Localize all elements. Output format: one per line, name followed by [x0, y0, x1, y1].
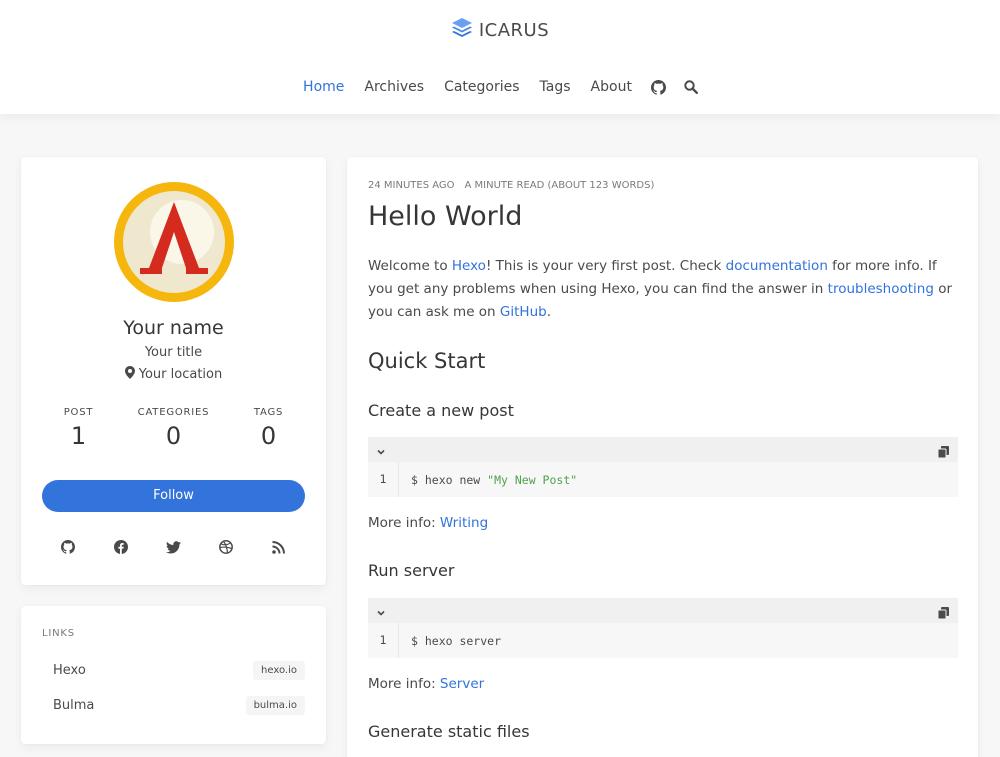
- links-title: LINKS: [42, 628, 75, 639]
- stat-value: 1: [70, 422, 87, 450]
- code-block: 1 $ hexo server: [368, 598, 958, 658]
- rss-icon[interactable]: [271, 539, 287, 555]
- profile-location: Your location: [21, 366, 326, 383]
- more-info-label: More info:: [368, 676, 440, 692]
- article-card: 24 MINUTES AGO A MINUTE READ (ABOUT 123 …: [347, 157, 978, 757]
- profile-card: Your name Your title Your location POST …: [21, 157, 326, 585]
- map-marker-icon: [124, 366, 135, 383]
- intro-text: ! This is your very first post. Check: [485, 258, 726, 274]
- article-read-time: A MINUTE READ (ABOUT 123 WORDS): [464, 180, 655, 191]
- line-number: 1: [368, 462, 399, 497]
- link-url-tag: hexo.io: [253, 660, 305, 680]
- follow-button[interactable]: Follow: [42, 480, 305, 512]
- code-body: 1 $ hexo new "My New Post": [368, 462, 958, 497]
- more-info-server: More info: Server: [368, 676, 484, 692]
- heading-create-post: Create a new post: [368, 401, 514, 420]
- avatar: [114, 182, 234, 302]
- link-name: Bulma: [53, 697, 95, 713]
- code-command: $ hexo new: [411, 472, 488, 487]
- links-card: LINKS Hexo hexo.io Bulma bulma.io: [21, 606, 326, 744]
- chevron-down-icon[interactable]: [376, 442, 386, 461]
- intro-text: Welcome to: [368, 258, 452, 274]
- nav-home[interactable]: Home: [303, 76, 344, 98]
- stat-value: 0: [165, 422, 182, 450]
- article-title[interactable]: Hello World: [368, 201, 522, 232]
- code-line: $ hexo new "My New Post": [399, 473, 577, 487]
- facebook-icon[interactable]: [113, 539, 129, 555]
- hexo-link[interactable]: Hexo: [452, 258, 486, 274]
- article-intro: Welcome to Hexo! This is your very first…: [368, 255, 958, 324]
- article-time: 24 MINUTES AGO: [368, 180, 455, 191]
- stat-label: CATEGORIES: [137, 407, 210, 418]
- github-icon[interactable]: [60, 539, 76, 555]
- heading-generate-static-files: Generate static files: [368, 722, 530, 741]
- copy-icon[interactable]: [937, 604, 949, 623]
- article-meta: 24 MINUTES AGO A MINUTE READ (ABOUT 123 …: [368, 180, 654, 191]
- writing-link[interactable]: Writing: [440, 515, 488, 531]
- intro-text: .: [546, 304, 552, 320]
- social-links: [42, 539, 305, 555]
- stat-posts[interactable]: POST 1: [34, 407, 124, 450]
- link-name: Hexo: [53, 662, 86, 678]
- location-text: Your location: [138, 367, 223, 382]
- code-string: "My New Post": [487, 472, 578, 487]
- link-url-tag: bulma.io: [245, 695, 305, 715]
- code-block-header: [368, 437, 958, 462]
- server-link[interactable]: Server: [440, 676, 484, 692]
- code-line: $ hexo server: [399, 634, 501, 648]
- line-number: 1: [368, 623, 399, 658]
- code-block-header: [368, 598, 958, 623]
- main-nav: Home Archives Categories Tags About: [0, 76, 1000, 98]
- navbar: ICARUS Home Archives Categories Tags Abo…: [0, 0, 1000, 114]
- heading-quick-start: Quick Start: [368, 349, 486, 373]
- nav-categories[interactable]: Categories: [444, 76, 519, 98]
- stacked-layers-icon: [451, 17, 473, 43]
- chevron-down-icon[interactable]: [376, 603, 386, 622]
- profile-title: Your title: [144, 345, 203, 360]
- troubleshooting-link[interactable]: troubleshooting: [828, 281, 934, 297]
- nav-tags[interactable]: Tags: [540, 76, 571, 98]
- search-icon[interactable]: [684, 80, 698, 94]
- copy-icon[interactable]: [937, 443, 949, 462]
- brand[interactable]: ICARUS: [0, 17, 1000, 43]
- heading-run-server: Run server: [368, 561, 455, 580]
- twitter-icon[interactable]: [165, 539, 181, 555]
- link-bulma[interactable]: Bulma bulma.io: [42, 694, 305, 716]
- dribbble-icon[interactable]: [218, 539, 234, 555]
- github-link[interactable]: GitHub: [500, 304, 547, 320]
- nav-archives[interactable]: Archives: [364, 76, 424, 98]
- code-command: $ hexo server: [411, 633, 502, 648]
- documentation-link[interactable]: documentation: [726, 258, 828, 274]
- profile-stats: POST 1 CATEGORIES 0 TAGS 0: [31, 407, 316, 450]
- stat-label: POST: [63, 407, 94, 418]
- stat-value: 0: [260, 422, 277, 450]
- stat-categories[interactable]: CATEGORIES 0: [129, 407, 219, 450]
- more-info-writing: More info: Writing: [368, 515, 488, 531]
- code-block: 1 $ hexo new "My New Post": [368, 437, 958, 497]
- stat-tags[interactable]: TAGS 0: [224, 407, 314, 450]
- profile-name: Your name: [123, 317, 224, 339]
- github-icon[interactable]: [650, 79, 666, 95]
- more-info-label: More info:: [368, 515, 440, 531]
- brand-name: ICARUS: [478, 19, 550, 41]
- stat-label: TAGS: [253, 407, 284, 418]
- link-hexo[interactable]: Hexo hexo.io: [42, 659, 305, 681]
- nav-about[interactable]: About: [591, 76, 632, 98]
- code-body: 1 $ hexo server: [368, 623, 958, 658]
